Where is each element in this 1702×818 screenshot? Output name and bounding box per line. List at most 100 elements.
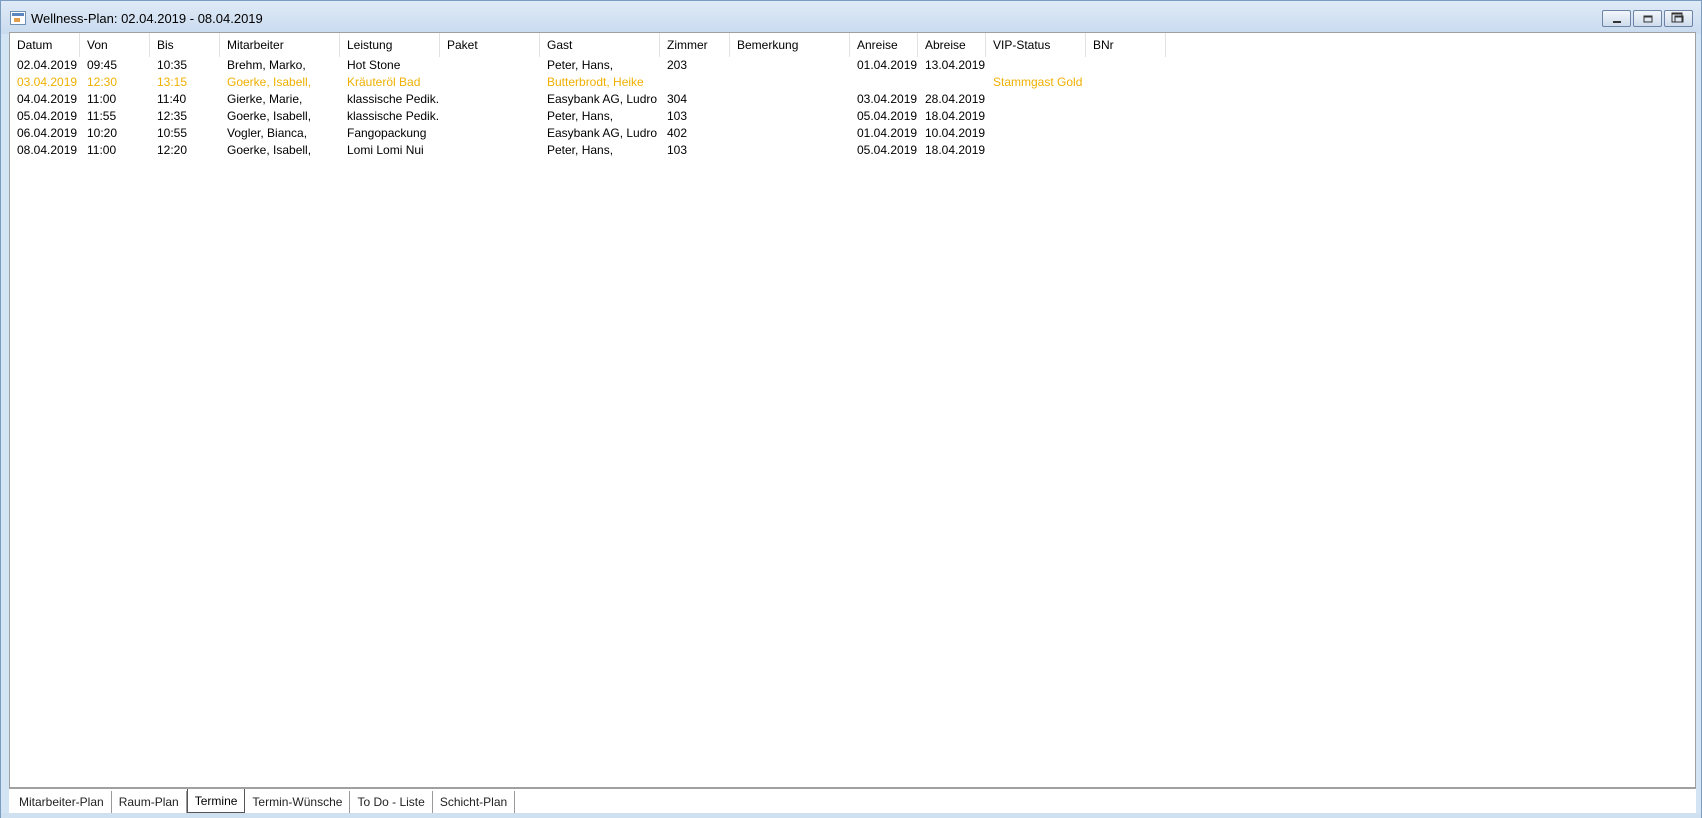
- cell-zimmer: 103: [667, 109, 688, 123]
- cell-datum: 05.04.2019: [17, 109, 78, 123]
- cell-mitarbeiter: Brehm, Marko,: [227, 58, 306, 72]
- cell-anreise: 01.04.2019: [857, 58, 918, 72]
- cell-leistung: Hot Stone: [347, 58, 401, 72]
- cell-bis: 10:35: [157, 58, 188, 72]
- cell-bemerkung: [730, 57, 850, 74]
- table-row[interactable]: 03.04.2019 12:30 13:15 Goerke, Isabell, Kräu…: [10, 74, 1166, 91]
- cell-datum: 03.04.2019: [17, 75, 78, 89]
- restore-icon: [1671, 12, 1683, 22]
- column-header-leistung[interactable]: Leistung: [340, 33, 440, 57]
- cell-vip-status: [986, 57, 1086, 74]
- cell-paket: [440, 74, 540, 91]
- column-header-bnr[interactable]: BNr: [1086, 33, 1166, 57]
- cell-mitarbeiter: Vogler, Bianca,: [227, 126, 308, 140]
- cell-mitarbeiter: Goerke, Isabell,: [227, 75, 312, 89]
- window-bottom-border: [1, 813, 1701, 818]
- tab-raum-plan[interactable]: Raum-Plan: [112, 791, 187, 813]
- cell-vip-status: [986, 108, 1086, 125]
- cell-bemerkung: [730, 74, 850, 91]
- cell-gast: Peter, Hans,: [547, 58, 614, 72]
- cell-abreise: 18.04.2019: [925, 109, 986, 123]
- cell-leistung: klassische Pedik...: [347, 92, 440, 106]
- table-row[interactable]: 08.04.2019 11:00 12:20 Goerke, Isabell, Lomi…: [10, 142, 1166, 159]
- cell-mitarbeiter: Goerke, Isabell,: [227, 143, 312, 157]
- column-header-datum[interactable]: Datum: [10, 33, 80, 57]
- cell-anreise: 03.04.2019: [857, 92, 918, 106]
- table-row[interactable]: 05.04.2019 11:55 12:35 Goerke, Isabell, klas…: [10, 108, 1166, 125]
- cell-gast: Easybank AG, Ludro: [547, 126, 658, 140]
- tab-mitarbeiter-plan[interactable]: Mitarbeiter-Plan: [12, 791, 112, 813]
- maximize-icon: [1643, 15, 1652, 22]
- cell-paket: [440, 108, 540, 125]
- cell-vip-status: [986, 91, 1086, 108]
- column-header-paket[interactable]: Paket: [440, 33, 540, 57]
- cell-bis: 12:20: [157, 143, 188, 157]
- title-bar[interactable]: Wellness-Plan: 02.04.2019 - 08.04.2019: [1, 1, 1701, 34]
- cell-bnr: [1086, 125, 1166, 142]
- cell-bnr: [1086, 74, 1166, 91]
- cell-bemerkung: [730, 108, 850, 125]
- list-header: Datum Von Bis Mitarbeiter Leistung Paket…: [10, 33, 1166, 57]
- column-header-vip-status[interactable]: VIP-Status: [986, 33, 1086, 57]
- cell-von: 12:30: [87, 75, 118, 89]
- appointments-list[interactable]: Datum Von Bis Mitarbeiter Leistung Paket…: [9, 32, 1696, 788]
- tab-termin-wünsche[interactable]: Termin-Wünsche: [245, 791, 351, 813]
- cell-paket: [440, 91, 540, 108]
- cell-von: 10:20: [87, 126, 118, 140]
- cell-von: 11:00: [87, 143, 117, 157]
- column-header-gast[interactable]: Gast: [540, 33, 660, 57]
- cell-leistung: klassische Pedik...: [347, 109, 440, 123]
- cell-bis: 11:40: [157, 92, 187, 106]
- cell-gast: Peter, Hans,: [547, 109, 614, 123]
- cell-gast: Butterbrodt, Heike: [547, 75, 644, 89]
- column-header-zimmer[interactable]: Zimmer: [660, 33, 730, 57]
- cell-vip-status: [986, 142, 1086, 159]
- cell-anreise: 01.04.2019: [857, 126, 918, 140]
- cell-paket: [440, 125, 540, 142]
- window-title: Wellness-Plan: 02.04.2019 - 08.04.2019: [31, 11, 263, 26]
- cell-gast: Peter, Hans,: [547, 143, 614, 157]
- table-row[interactable]: 06.04.2019 10:20 10:55 Vogler, Bianca, Fango…: [10, 125, 1166, 142]
- maximize-button[interactable]: [1633, 10, 1662, 27]
- cell-abreise: 13.04.2019: [925, 58, 986, 72]
- minimize-button[interactable]: [1602, 10, 1631, 27]
- cell-bnr: [1086, 108, 1166, 125]
- close-button[interactable]: [1664, 10, 1693, 27]
- column-header-anreise[interactable]: Anreise: [850, 33, 918, 57]
- cell-bis: 10:55: [157, 126, 188, 140]
- cell-zimmer: 203: [667, 58, 688, 72]
- tab-to-do-liste[interactable]: To Do - Liste: [350, 791, 433, 813]
- column-header-bis[interactable]: Bis: [150, 33, 220, 57]
- app-window: Wellness-Plan: 02.04.2019 - 08.04.2019 D…: [0, 0, 1702, 818]
- column-header-abreise[interactable]: Abreise: [918, 33, 986, 57]
- column-header-bemerkung[interactable]: Bemerkung: [730, 33, 850, 57]
- cell-datum: 08.04.2019: [17, 143, 78, 157]
- app-icon[interactable]: [10, 11, 26, 25]
- cell-anreise: 05.04.2019: [857, 143, 918, 157]
- cell-mitarbeiter: Goerke, Isabell,: [227, 109, 312, 123]
- table-row[interactable]: 02.04.2019 09:45 10:35 Brehm, Marko, Hot Sto…: [10, 57, 1166, 74]
- cell-zimmer: 304: [667, 92, 688, 106]
- table-row[interactable]: 04.04.2019 11:00 11:40 Gierke, Marie, klassi…: [10, 91, 1166, 108]
- cell-bnr: [1086, 142, 1166, 159]
- cell-zimmer: 103: [667, 143, 688, 157]
- cell-datum: 06.04.2019: [17, 126, 78, 140]
- cell-bis: 13:15: [157, 75, 188, 89]
- cell-anreise: 05.04.2019: [857, 109, 918, 123]
- cell-abreise: [918, 74, 986, 91]
- tab-schicht-plan[interactable]: Schicht-Plan: [433, 791, 516, 813]
- tab-bar: Mitarbeiter-Plan Raum-Plan Termine Termin-W…: [9, 788, 1696, 813]
- cell-mitarbeiter: Gierke, Marie,: [227, 92, 303, 106]
- cell-bis: 12:35: [157, 109, 188, 123]
- column-header-von[interactable]: Von: [80, 33, 150, 57]
- cell-zimmer: 402: [667, 126, 688, 140]
- cell-abreise: 18.04.2019: [925, 143, 986, 157]
- column-header-mitarbeiter[interactable]: Mitarbeiter: [220, 33, 340, 57]
- minimize-icon: [1612, 20, 1621, 23]
- cell-bnr: [1086, 57, 1166, 74]
- cell-datum: 02.04.2019: [17, 58, 78, 72]
- tab-termine[interactable]: Termine: [186, 789, 246, 813]
- cell-abreise: 10.04.2019: [925, 126, 986, 140]
- cell-zimmer: [660, 74, 730, 91]
- cell-datum: 04.04.2019: [17, 92, 78, 106]
